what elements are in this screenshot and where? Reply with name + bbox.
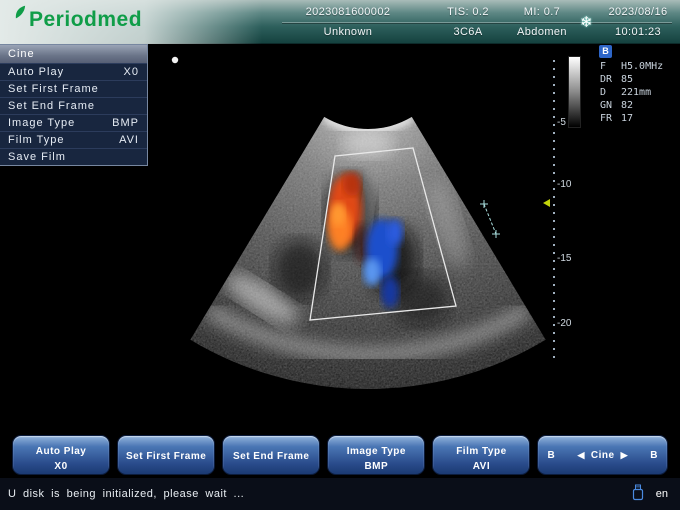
- param-value: H5.0MHz: [621, 61, 663, 72]
- depth-label: -5: [557, 117, 581, 128]
- menu-item-value: BMP: [112, 117, 139, 129]
- preset-name: Abdomen: [507, 26, 577, 38]
- menu-item-film-type[interactable]: Film Type AVI: [0, 131, 147, 148]
- param-key: F: [600, 60, 621, 73]
- cine-context-menu: Cine Auto Play X0 Set First Frame Set En…: [0, 44, 148, 166]
- depth-label: -10: [557, 179, 581, 190]
- depth-ruler: [553, 60, 555, 360]
- menu-item-label: Save Film: [8, 151, 66, 163]
- probe-name: 3C6A: [430, 26, 506, 38]
- top-info-bar: Periodmed 2023081600002 Unknown TIS: 0.2…: [0, 0, 680, 44]
- language-indicator[interactable]: en: [656, 488, 668, 500]
- param-value: 82: [621, 100, 633, 111]
- mode-badge: B: [599, 45, 612, 58]
- param-dynamic-range: DR85: [600, 73, 663, 86]
- brand-name: Periodmed: [29, 8, 142, 32]
- cine-label: Cine: [591, 450, 615, 461]
- image-type-button[interactable]: Image Type BMP: [327, 435, 425, 475]
- film-type-button[interactable]: Film Type AVI: [432, 435, 530, 475]
- patient-name: Unknown: [283, 26, 413, 38]
- depth-label: -15: [557, 253, 581, 264]
- header-divider: [282, 22, 672, 23]
- button-value: AVI: [433, 461, 529, 472]
- button-label: Image Type: [328, 446, 424, 457]
- button-label: Auto Play: [13, 446, 109, 457]
- status-indicators: en: [632, 484, 668, 504]
- auto-play-button[interactable]: Auto Play X0: [12, 435, 110, 475]
- param-key: DR: [600, 73, 621, 86]
- menu-item-label: Set End Frame: [8, 100, 95, 112]
- mi-value: MI: 0.7: [507, 6, 577, 18]
- cine-left-mode[interactable]: B: [547, 450, 555, 461]
- depth-label: -20: [557, 318, 581, 329]
- param-value: 85: [621, 74, 633, 85]
- date-display: 2023/08/16: [601, 6, 675, 18]
- button-value: BMP: [328, 461, 424, 472]
- tis-value: TIS: 0.2: [430, 6, 506, 18]
- imaging-parameters: FH5.0MHz DR85 D221mm GN82 FR17: [600, 60, 663, 125]
- menu-item-label: Set First Frame: [8, 83, 99, 95]
- param-value: 221mm: [621, 87, 651, 98]
- param-frequency: FH5.0MHz: [600, 60, 663, 73]
- usb-icon[interactable]: [632, 484, 644, 504]
- brand-logo: Periodmed: [14, 8, 142, 32]
- menu-item-auto-play[interactable]: Auto Play X0: [0, 63, 147, 80]
- param-frame-rate: FR17: [600, 112, 663, 125]
- freeze-icon: ❄: [580, 13, 593, 31]
- cine-right-mode[interactable]: B: [650, 450, 658, 461]
- context-menu-title: Cine: [0, 45, 147, 63]
- menu-item-set-first-frame[interactable]: Set First Frame: [0, 80, 147, 97]
- prev-frame-arrow-icon[interactable]: ◀: [577, 450, 584, 461]
- menu-item-value: X0: [124, 66, 139, 78]
- button-label: Film Type: [433, 446, 529, 457]
- status-message: U disk is being initialized, please wait…: [8, 488, 632, 500]
- button-label: Set End Frame: [223, 451, 319, 462]
- measure-caliper[interactable]: [480, 200, 500, 238]
- time-display: 10:01:23: [601, 26, 675, 38]
- exam-id: 2023081600002: [283, 6, 413, 18]
- probe-orientation-mark: [172, 57, 178, 63]
- cine-nav-button[interactable]: B ◀ Cine ▶ B: [537, 435, 668, 475]
- param-key: GN: [600, 99, 621, 112]
- status-bar: U disk is being initialized, please wait…: [0, 478, 680, 510]
- menu-item-value: AVI: [119, 134, 139, 146]
- param-depth: D221mm: [600, 86, 663, 99]
- menu-item-set-end-frame[interactable]: Set End Frame: [0, 97, 147, 114]
- set-end-frame-button[interactable]: Set End Frame: [222, 435, 320, 475]
- param-key: FR: [600, 112, 621, 125]
- menu-item-label: Image Type: [8, 117, 75, 129]
- button-label: Set First Frame: [118, 451, 214, 462]
- param-value: 17: [621, 113, 633, 124]
- param-key: D: [600, 86, 621, 99]
- next-frame-arrow-icon[interactable]: ▶: [621, 450, 628, 461]
- cine-nav-center: ◀ Cine ▶: [577, 450, 628, 461]
- menu-item-label: Film Type: [8, 134, 64, 146]
- set-first-frame-button[interactable]: Set First Frame: [117, 435, 215, 475]
- button-value: X0: [13, 461, 109, 472]
- bottom-button-bar: Auto Play X0 Set First Frame Set End Fra…: [0, 432, 680, 478]
- focus-position-marker[interactable]: [543, 199, 550, 207]
- menu-item-save-film[interactable]: Save Film: [0, 148, 147, 165]
- menu-item-label: Auto Play: [8, 66, 64, 78]
- param-gain: GN82: [600, 99, 663, 112]
- menu-item-image-type[interactable]: Image Type BMP: [0, 114, 147, 131]
